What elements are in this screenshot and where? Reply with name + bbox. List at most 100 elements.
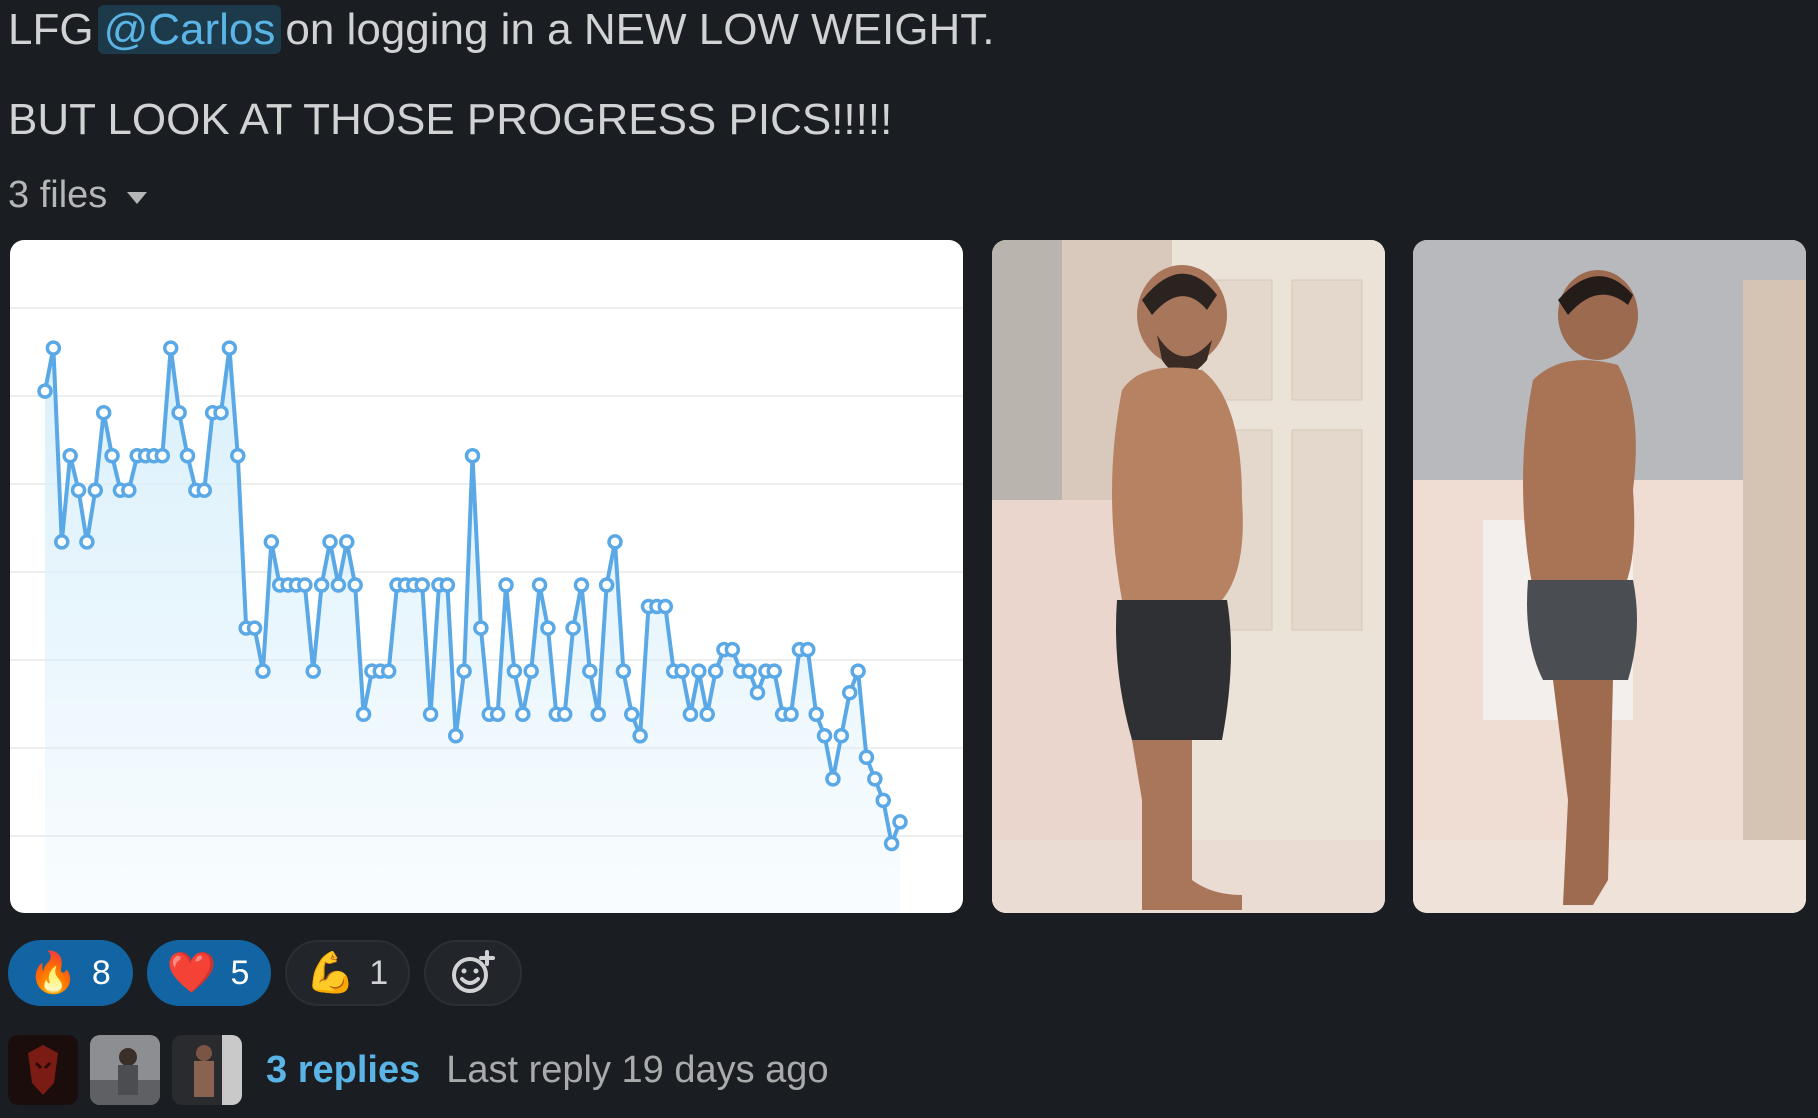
chart-data-point [699, 706, 715, 722]
chart-data-point [37, 383, 53, 399]
message-line-2: BUT LOOK AT THOSE PROGRESS PICS!!!!! [8, 95, 893, 144]
chart-data-point [330, 577, 347, 593]
files-label: 3 files [8, 174, 108, 216]
last-reply-timestamp: Last reply 19 days ago [446, 1048, 829, 1091]
chart-data-point [221, 340, 238, 356]
avatar-image-1 [8, 1035, 78, 1105]
reaction-fire[interactable]: 🔥 8 [8, 940, 133, 1006]
fire-icon: 🔥 [28, 951, 78, 995]
avatar[interactable] [90, 1035, 160, 1105]
chart-data-point [87, 482, 104, 498]
avatar-image-3 [172, 1035, 242, 1105]
chart-data-point [707, 663, 724, 679]
chart-data-point [456, 663, 472, 679]
message-line-1: LFG @Carlos on logging in a NEW LOW WEIGHT… [8, 2, 995, 58]
chart-data-point [255, 663, 271, 679]
chart-data-point [808, 706, 824, 722]
chart-data-point [657, 598, 674, 615]
chart-data-point [607, 534, 623, 550]
chart-data-point [875, 792, 891, 809]
replies-link[interactable]: 3 replies [266, 1049, 420, 1092]
chart-data-point [70, 482, 87, 498]
reaction-count: 1 [369, 953, 389, 992]
add-emoji-icon [452, 950, 496, 993]
chart-data-point [171, 404, 187, 421]
chart-data-point [62, 448, 78, 464]
caret-down-icon [127, 192, 148, 204]
chart-data-point [682, 706, 699, 722]
chart-data-point [867, 771, 883, 787]
chart-data-point [355, 706, 372, 722]
chart-data-point [850, 663, 866, 679]
chart-data-point [691, 663, 707, 679]
heart-icon: ❤️ [166, 951, 217, 995]
chart-data-point [582, 663, 598, 679]
chart-data-point [498, 577, 514, 593]
chart-data-point [565, 620, 581, 636]
progress-photo-before[interactable] [992, 240, 1385, 913]
add-reaction-button[interactable] [424, 940, 523, 1006]
chart-data-point [598, 577, 615, 593]
user-mention[interactable]: @Carlos [97, 5, 282, 54]
chart-data-point [162, 340, 179, 356]
reactions-bar: 🔥 8 ❤️ 5 💪 1 [8, 940, 523, 1006]
chart-data-point [380, 663, 397, 679]
chart-data-point [447, 728, 464, 744]
chart-data-point [858, 749, 875, 766]
chart-data-point [305, 663, 321, 679]
progress-photo-before-icon [992, 240, 1385, 913]
progress-photo-after[interactable] [1413, 240, 1806, 913]
chart-data-point [104, 448, 120, 464]
chart-data-point [556, 706, 573, 722]
message-text-lfg: LFG [8, 5, 94, 54]
chart-data-point [213, 404, 229, 421]
chart-data-point [506, 663, 523, 679]
avatar[interactable] [172, 1035, 242, 1105]
chart-data-point [615, 663, 632, 679]
chart-data-point [464, 448, 481, 464]
chart-data-point [489, 706, 506, 722]
reaction-count: 5 [230, 953, 250, 992]
chart-data-point [816, 728, 833, 744]
reaction-heart[interactable]: ❤️ 5 [146, 940, 272, 1006]
chart-data-point [196, 482, 213, 498]
avatar-image-2 [90, 1035, 160, 1105]
avatar[interactable] [8, 1035, 78, 1105]
chart-data-point [263, 534, 280, 550]
chart-data-point [79, 534, 95, 550]
chart-data-point [339, 534, 355, 550]
chart-data-point [121, 482, 137, 498]
chart-data-point [632, 728, 648, 744]
chart-data-point [45, 340, 62, 356]
chart-data-point [515, 706, 531, 722]
chart-data-point [749, 684, 766, 701]
chart-data-point [540, 620, 556, 636]
message-text-rest: on logging in a NEW LOW WEIGHT. [285, 5, 995, 54]
chart-data-point [800, 641, 816, 658]
flexed-biceps-icon: 💪 [305, 951, 356, 995]
chart-data-point [347, 577, 363, 593]
thread-summary: 3 replies Last reply 19 days ago [8, 1035, 829, 1105]
chart-data-point [783, 706, 799, 722]
reaction-flexed-biceps[interactable]: 💪 1 [285, 940, 411, 1006]
chart-data-point [95, 404, 112, 421]
chart-data-point [573, 577, 590, 593]
chart-data-point [833, 728, 850, 744]
chart-area-fill [45, 348, 900, 913]
weight-chart [10, 307, 963, 913]
progress-photo-after-icon [1413, 240, 1806, 913]
chart-data-point [230, 448, 246, 464]
weight-chart-attachment[interactable] [10, 240, 963, 913]
chart-data-point [531, 577, 548, 593]
chart-data-point [179, 448, 196, 464]
reaction-count: 8 [91, 953, 111, 992]
chart-data-point [741, 663, 757, 679]
chart-data-point [523, 663, 539, 679]
files-toggle[interactable]: 3 files [8, 170, 148, 220]
chart-data-point [313, 577, 330, 593]
chart-data-point [724, 641, 741, 658]
chart-data-point [624, 706, 640, 722]
chart-data-point [54, 534, 70, 550]
chart-data-point [422, 706, 439, 722]
chart-data-point [154, 448, 171, 464]
